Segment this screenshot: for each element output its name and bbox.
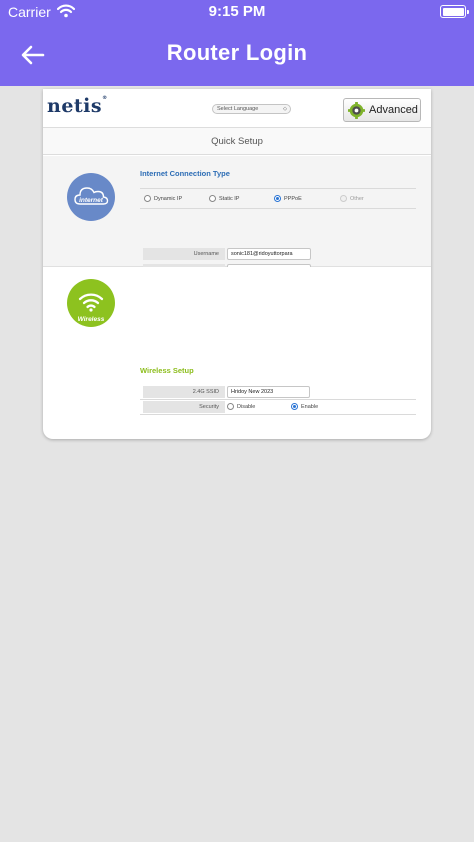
pppoe-radio[interactable]: PPPoE [274, 195, 302, 202]
divider [140, 414, 416, 415]
wireless-wifi-icon: Wireless [67, 279, 115, 327]
language-select[interactable]: Select Language [212, 104, 291, 114]
wireless-section: Wireless Wireless Setup 2.4G SSID Hridoy… [43, 267, 431, 415]
ssid-label: 2.4G SSID [143, 386, 225, 398]
divider [140, 208, 416, 209]
ssid-input[interactable]: Hridoy New 2023 [227, 386, 310, 398]
dynamic-ip-radio[interactable]: Dynamic IP [144, 195, 182, 202]
advanced-button[interactable]: Advanced [343, 98, 421, 122]
other-radio: Other [340, 195, 364, 202]
internet-section: internet Internet Connection Type Dynami… [43, 156, 431, 276]
page-title: Router Login [166, 40, 308, 65]
battery-icon [440, 5, 469, 18]
security-enable-radio[interactable]: Enable [291, 403, 318, 410]
app-bar: Carrier 9:15 PM Router Login [0, 0, 474, 86]
netis-logo: netis® [47, 95, 108, 117]
divider [140, 188, 416, 189]
username-input[interactable]: sonic181@ridoyuttorpara [227, 248, 311, 260]
internet-cloud-icon: internet [67, 173, 115, 221]
internet-connection-heading: Internet Connection Type [140, 169, 230, 178]
svg-text:Wireless: Wireless [78, 316, 105, 323]
svg-text:internet: internet [79, 197, 104, 204]
status-bar: Carrier 9:15 PM [0, 0, 474, 24]
router-webview: netis® Select Language Advanced Quick Se… [43, 89, 431, 439]
advanced-button-label: Advanced [369, 104, 418, 116]
quick-setup-header: Quick Setup [43, 127, 431, 155]
gear-icon [348, 102, 365, 119]
security-disable-radio[interactable]: Disable [227, 403, 255, 410]
username-label: Username [143, 248, 225, 260]
wireless-setup-heading: Wireless Setup [140, 366, 194, 375]
security-label: Security [143, 401, 225, 413]
status-time: 9:15 PM [208, 3, 266, 20]
divider [140, 399, 416, 400]
static-ip-radio[interactable]: Static IP [209, 195, 239, 202]
